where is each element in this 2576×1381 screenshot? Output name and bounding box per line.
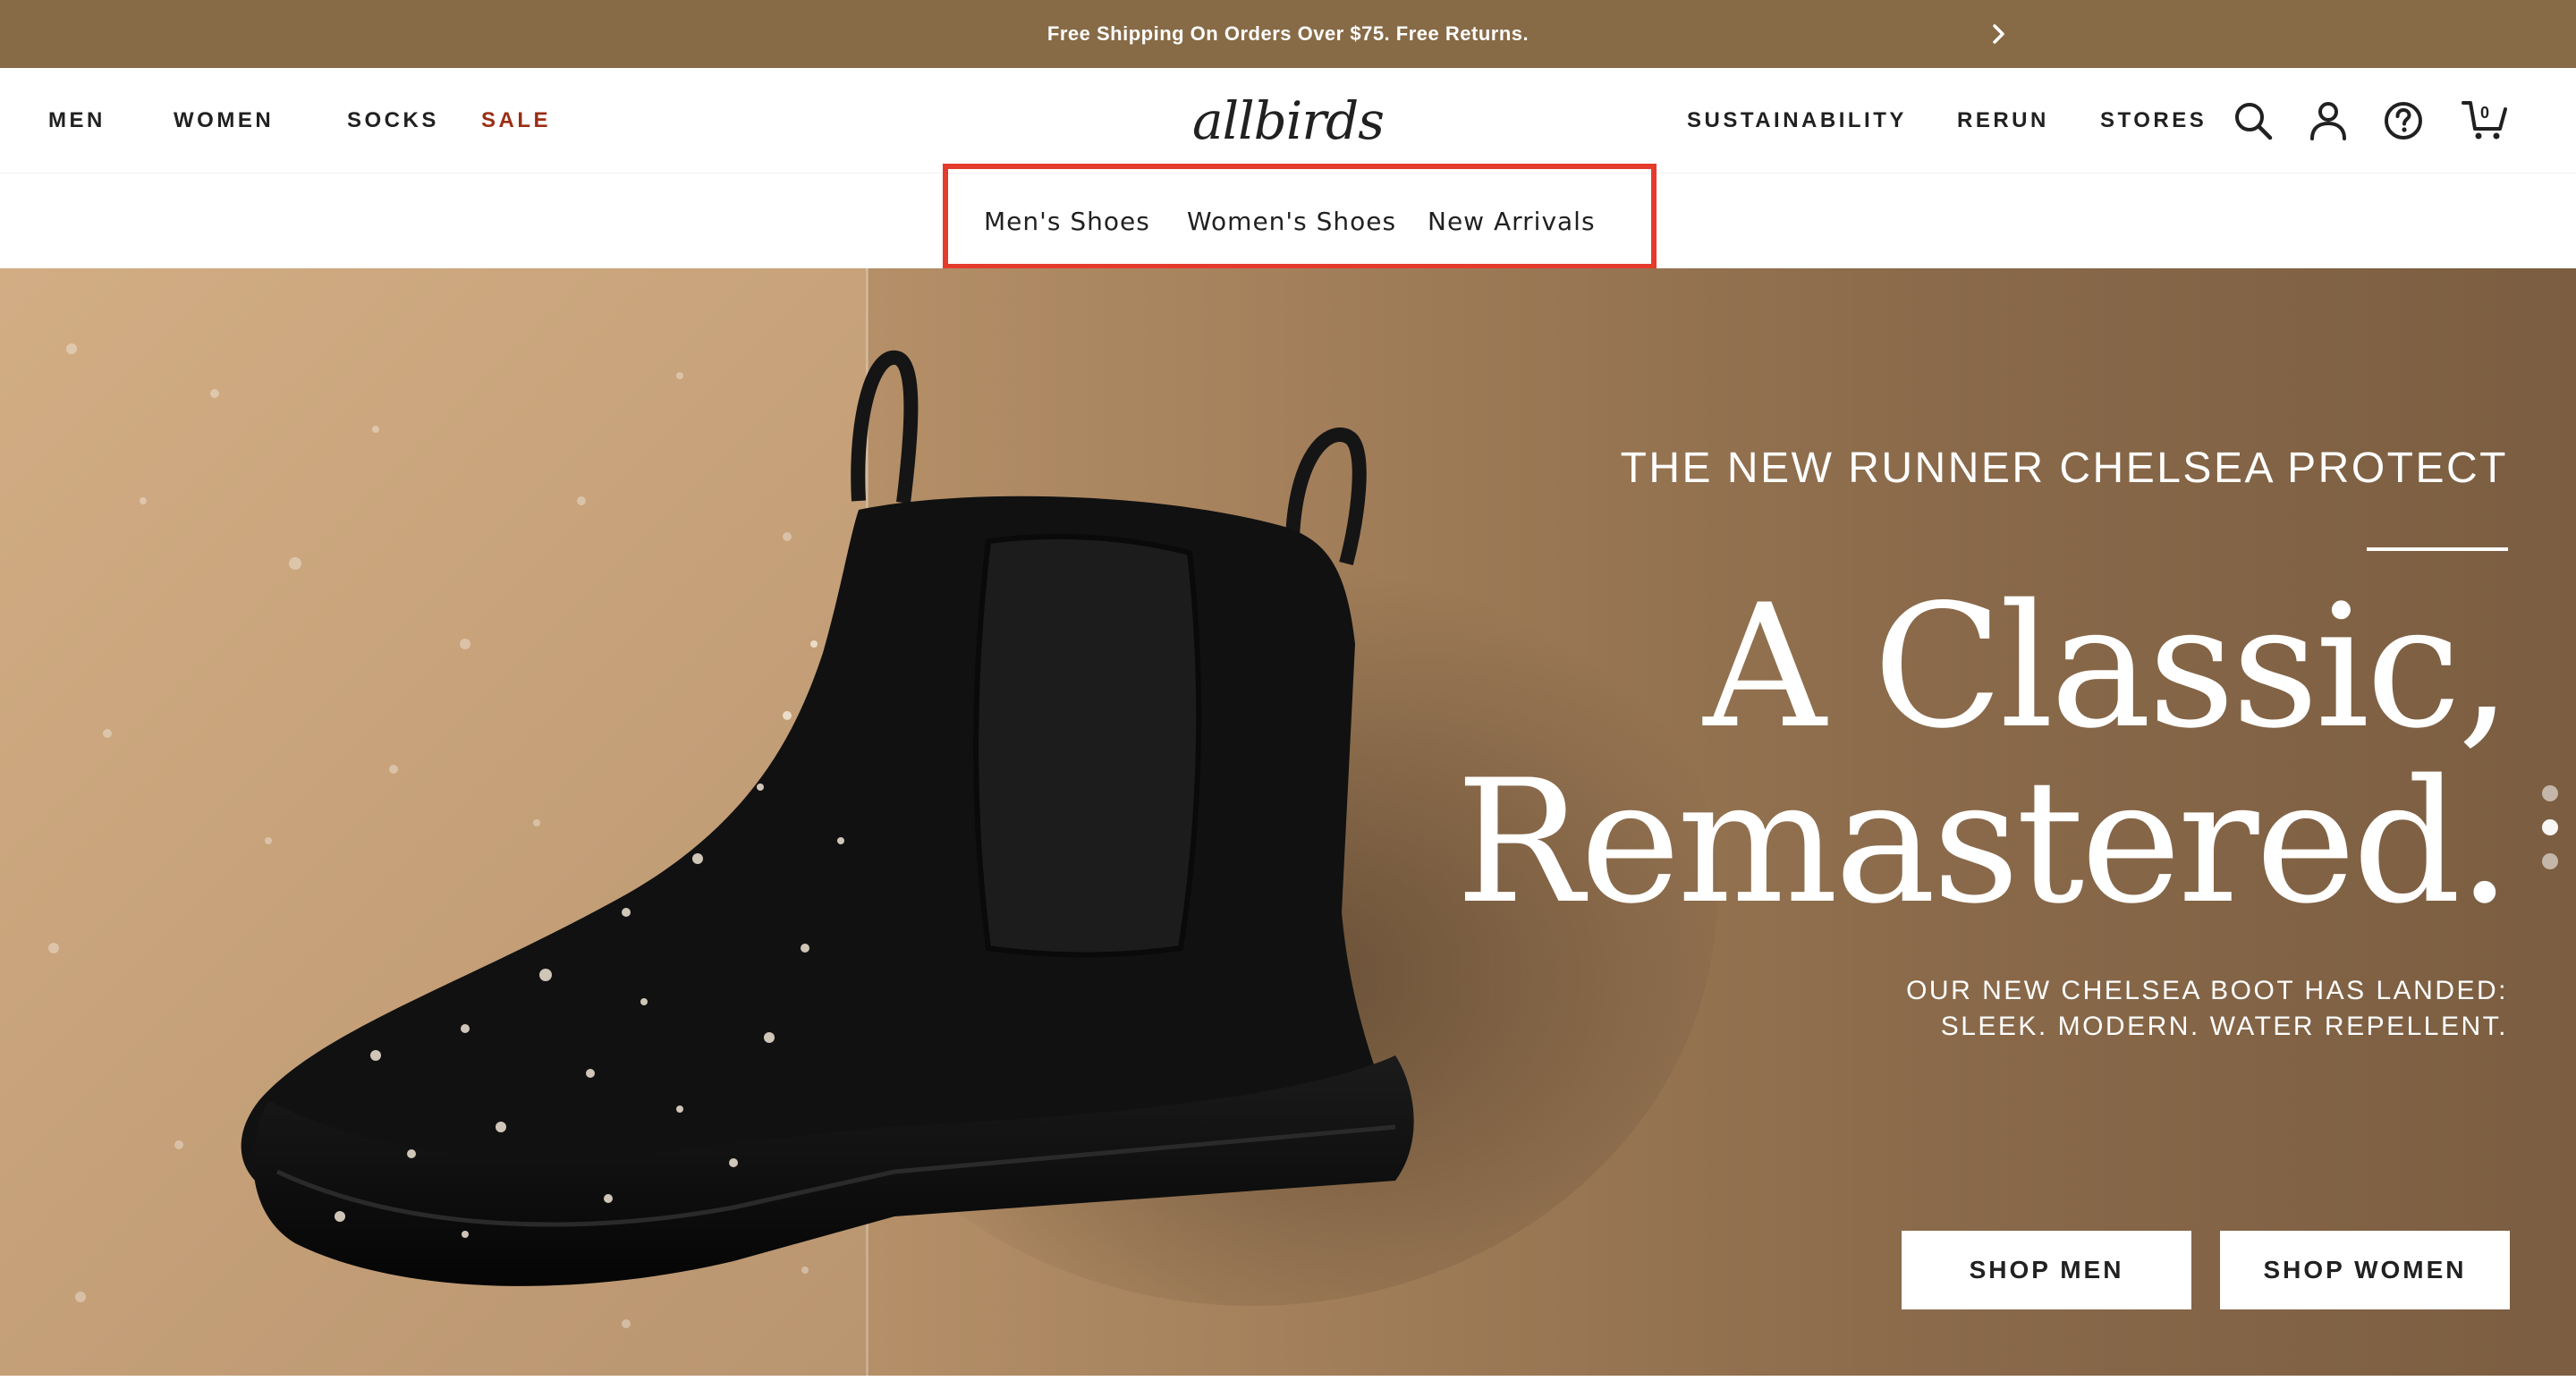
main-nav: MEN WOMEN SOCKS SALE allbirds SUSTAINABI… xyxy=(0,68,2576,174)
chevron-right-icon[interactable] xyxy=(1982,18,2014,50)
nav-link-socks[interactable]: SOCKS xyxy=(347,68,439,174)
hero-headline-line1: A Classic, xyxy=(1703,568,2512,766)
hero-headline-line2: Remastered. xyxy=(1455,743,2512,941)
hero-banner: THE NEW RUNNER CHELSEA PROTECT A Classic… xyxy=(0,268,2576,1376)
cart-count: 0 xyxy=(2479,104,2489,122)
hero-subheading-line2: SLEEK. MODERN. WATER REPELLENT. xyxy=(1940,1012,2508,1041)
carousel-dot-1[interactable] xyxy=(2542,785,2558,801)
shop-women-button[interactable]: SHOP WOMEN xyxy=(2220,1231,2510,1309)
nav-link-stores[interactable]: STORES xyxy=(2100,68,2207,174)
hero-subheading-line1: OUR NEW CHELSEA BOOT HAS LANDED: xyxy=(1906,976,2508,1005)
nav-link-sustainability[interactable]: SUSTAINABILITY xyxy=(1687,68,1907,174)
nav-link-sale[interactable]: SALE xyxy=(481,68,551,174)
nav-link-rerun[interactable]: RERUN xyxy=(1957,68,2049,174)
cart-icon[interactable]: 0 xyxy=(2462,98,2512,143)
announcement-bar: Free Shipping On Orders Over $75. Free R… xyxy=(0,0,2576,68)
carousel-dot-3[interactable] xyxy=(2542,853,2558,869)
help-icon[interactable] xyxy=(2381,98,2426,143)
subnav-link-new-arrivals[interactable]: New Arrivals xyxy=(1428,174,1596,268)
sub-nav: Men's Shoes Women's Shoes New Arrivals xyxy=(0,164,2576,269)
nav-link-women[interactable]: WOMEN xyxy=(174,68,274,174)
hero-subheading: OUR NEW CHELSEA BOOT HAS LANDED: SLEEK. … xyxy=(1703,973,2508,1045)
subnav-link-womens-shoes[interactable]: Women's Shoes xyxy=(1187,174,1396,268)
account-icon[interactable] xyxy=(2306,98,2351,143)
hero-headline: A Classic, Remastered. xyxy=(1345,568,2512,941)
page-bottom-strip xyxy=(0,1376,2576,1381)
carousel-dots xyxy=(2538,785,2562,875)
nav-link-men[interactable]: MEN xyxy=(48,68,106,174)
announcement-text: Free Shipping On Orders Over $75. Free R… xyxy=(1046,22,1530,45)
brand-logo[interactable]: allbirds xyxy=(1181,80,1395,161)
shop-men-button[interactable]: SHOP MEN xyxy=(1902,1231,2191,1309)
carousel-dot-2[interactable] xyxy=(2542,819,2558,835)
hero-divider-rule xyxy=(2367,547,2508,551)
hero-eyebrow: THE NEW RUNNER CHELSEA PROTECT xyxy=(1620,445,2508,492)
search-icon[interactable] xyxy=(2231,98,2275,143)
subnav-link-mens-shoes[interactable]: Men's Shoes xyxy=(984,174,1150,268)
